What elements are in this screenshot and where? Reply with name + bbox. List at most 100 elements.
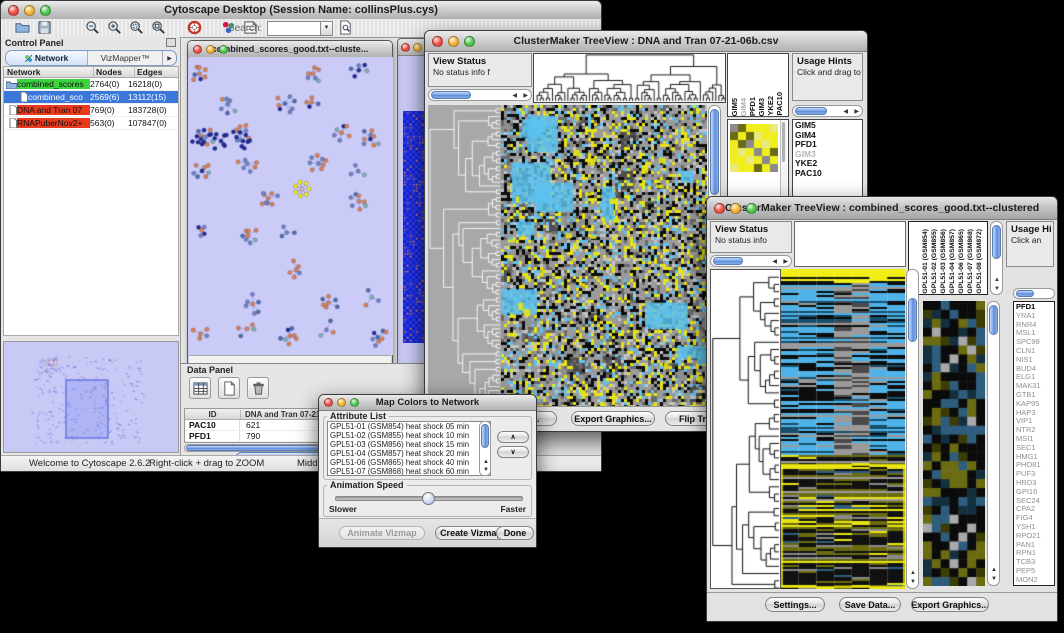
close-button[interactable] [193, 45, 202, 54]
scroll-right-arrow[interactable]: ▶ [783, 259, 788, 265]
tv1-column-dendrogram[interactable] [533, 53, 726, 103]
network-row[interactable]: DNA and Tran 07769(0)183728(0) [4, 104, 178, 117]
attribute-item[interactable]: GPL51-06 (GSM865) heat shock 40 min [330, 458, 490, 467]
attribute-item[interactable]: GPL51-07 (GSM868) heat shock 60 min [330, 467, 490, 476]
col-nodes[interactable]: Nodes [94, 67, 135, 77]
scroll-right-arrow[interactable]: ▶ [854, 109, 859, 115]
scroll-right-arrow[interactable]: ▶ [523, 93, 528, 99]
minimize-button[interactable] [448, 36, 459, 47]
scroll-thumb[interactable] [989, 305, 998, 335]
export-graphics-button[interactable]: Export Graphics... [571, 411, 655, 426]
open-folder-icon[interactable] [15, 20, 32, 37]
float-panel-icon[interactable] [166, 38, 176, 47]
help-ring-icon[interactable] [187, 20, 204, 37]
scroll-thumb[interactable] [481, 424, 489, 448]
scroll-up-arrow[interactable]: ▲ [991, 567, 997, 573]
search-dropdown-button[interactable]: ▼ [320, 21, 333, 36]
network-overview-panel[interactable] [3, 341, 179, 453]
scroll-thumb[interactable] [795, 107, 827, 115]
tv2-heatmap-canvas[interactable] [781, 269, 905, 589]
scroll-down-arrow[interactable]: ▼ [483, 467, 489, 473]
tv2-left-hscrollbar[interactable]: ◀ ▶ [710, 255, 792, 267]
treeview1-titlebar[interactable]: ClusterMaker TreeView : DNA and Tran 07-… [425, 31, 867, 52]
scroll-left-arrow[interactable]: ◀ [772, 259, 777, 265]
zoom-button[interactable] [746, 203, 757, 214]
network-row[interactable]: RNAPuberNov2+563(0)107847(0) [4, 117, 178, 130]
scroll-up-arrow[interactable]: ▲ [994, 277, 1000, 283]
dp-col-id[interactable]: ID [185, 410, 241, 419]
tv2-labels-vscrollbar[interactable]: ▲ ▼ [990, 221, 1003, 295]
search-input[interactable] [267, 21, 321, 36]
attribute-listbox[interactable]: GPL51-01 (GSM854) heat shock 05 minGPL51… [327, 421, 491, 476]
minimize-button[interactable] [206, 45, 215, 54]
tab-overflow-arrow[interactable]: ▶ [163, 51, 176, 65]
tv2-row-dendrogram[interactable] [710, 269, 781, 589]
tv2-gene-hscrollbar[interactable] [1013, 288, 1055, 299]
col-edges[interactable]: Edges [135, 67, 178, 77]
gene-label[interactable]: MON2 [1016, 576, 1054, 585]
scroll-down-arrow[interactable]: ▼ [991, 576, 997, 582]
trash-icon[interactable] [247, 377, 269, 399]
save-data-button[interactable]: Save Data... [839, 597, 901, 612]
scroll-thumb[interactable] [992, 225, 1001, 259]
tv1-cluster-matrix[interactable] [730, 124, 778, 172]
network-hscrollbar[interactable] [189, 355, 391, 363]
scroll-down-arrow[interactable]: ▼ [994, 286, 1000, 292]
scroll-left-arrow[interactable]: ◀ [843, 109, 848, 115]
scroll-thumb[interactable] [431, 91, 471, 99]
save-icon[interactable] [37, 20, 54, 37]
scroll-thumb[interactable] [710, 109, 719, 195]
attribute-item[interactable]: GPL51-02 (GSM855) heat shock 10 min [330, 431, 490, 440]
scroll-left-arrow[interactable]: ◀ [512, 93, 517, 99]
close-button[interactable] [401, 43, 410, 52]
settings-button[interactable]: Settings... [765, 597, 825, 612]
zoom-in-icon[interactable] [107, 20, 124, 37]
zoom-button[interactable] [350, 398, 359, 407]
network-row[interactable]: combined_sco2569(6)13112(15) [4, 91, 178, 104]
network-view-canvas[interactable] [189, 57, 393, 355]
main-titlebar[interactable]: Cytoscape Desktop (Session Name: collins… [1, 1, 601, 20]
network-row[interactable]: combined_scores2764(0)16218(0) [4, 78, 178, 91]
minimize-button[interactable] [413, 43, 422, 52]
export-graphics-button[interactable]: Export Graphics... [911, 597, 989, 612]
minimize-button[interactable] [337, 398, 346, 407]
attribute-item[interactable]: GPL51-04 (GSM857) heat shock 20 min [330, 449, 490, 458]
done-button[interactable]: Done [496, 526, 534, 540]
tv2-zoom-heatmap-canvas[interactable] [923, 301, 985, 586]
tv2-vscrollbar[interactable]: ▲ ▼ [906, 269, 919, 589]
scroll-down-arrow[interactable]: ▼ [910, 579, 916, 585]
tv1-right-hscrollbar[interactable]: ◀ ▶ [792, 105, 863, 117]
network-overview-canvas[interactable] [4, 342, 178, 452]
close-button[interactable] [324, 398, 333, 407]
treeview2-titlebar[interactable]: ClusterMaker TreeView : combined_scores_… [707, 197, 1057, 220]
animation-slider-track[interactable] [335, 496, 523, 501]
gene-label[interactable]: PAC10 [795, 169, 862, 179]
move-up-button[interactable]: ∧ [497, 431, 529, 443]
zoom-button[interactable] [40, 5, 51, 16]
animation-slider-thumb[interactable] [422, 492, 435, 505]
search-doc-icon[interactable] [338, 20, 353, 40]
table-icon[interactable] [189, 377, 211, 399]
attribute-list-vscrollbar[interactable]: ▲ ▼ [479, 421, 491, 476]
minimize-button[interactable] [24, 5, 35, 16]
scroll-thumb[interactable] [1016, 290, 1034, 297]
zoom-out-icon[interactable] [85, 20, 102, 37]
minimize-button[interactable] [730, 203, 741, 214]
dialog-titlebar[interactable]: Map Colors to Network [319, 395, 536, 411]
zoom-fit-icon[interactable] [151, 20, 168, 37]
tv1-heatmap-canvas[interactable] [501, 105, 707, 406]
close-button[interactable] [432, 36, 443, 47]
tv2-zoom-vscrollbar[interactable]: ▲ ▼ [987, 301, 1000, 586]
zoom-button[interactable] [219, 45, 228, 54]
close-button[interactable] [8, 5, 19, 16]
scroll-up-arrow[interactable]: ▲ [483, 459, 489, 465]
tv1-left-hscrollbar[interactable]: ◀ ▶ [428, 89, 532, 101]
scroll-up-arrow[interactable]: ▲ [910, 570, 916, 576]
tab-vizmapper[interactable]: VizMapper™ [88, 51, 163, 65]
zoom-selected-icon[interactable] [129, 20, 146, 37]
move-down-button[interactable]: ∨ [497, 446, 529, 458]
tv1-row-dendrogram[interactable] [428, 105, 501, 406]
zoom-button[interactable] [464, 36, 475, 47]
tab-network[interactable]: Network [6, 51, 88, 65]
new-page-icon[interactable] [218, 377, 240, 399]
